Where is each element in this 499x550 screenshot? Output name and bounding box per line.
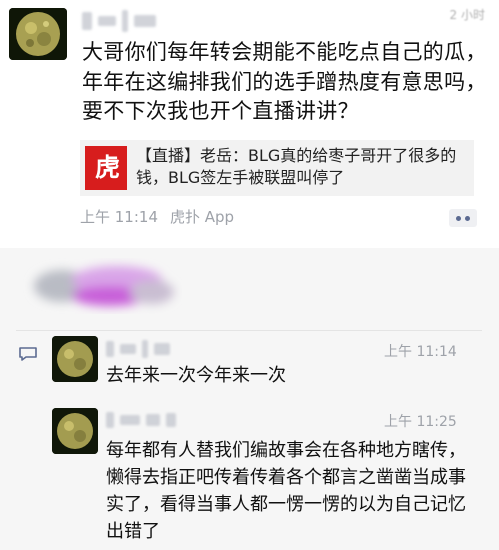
comment-time: 上午 11:14 [384, 344, 457, 360]
moments-screen: 2 小时 大哥你们每年转会期能不能吃点自己的瓜，年年在这编排我们的选手蹭热度有意… [0, 0, 499, 550]
commenter-avatar[interactable] [52, 336, 98, 382]
shared-link-card[interactable]: 虎扑 【直播】老岳：BLG真的给枣子哥开了很多的钱，BLG签左手被联盟叫停了 [80, 140, 474, 226]
poster-name-redacted[interactable] [82, 10, 156, 32]
shared-link-title: 【直播】老岳：BLG真的给枣子哥开了很多的钱，BLG签左手被联盟叫停了 [136, 146, 457, 187]
moment-post: 2 小时 大哥你们每年转会期能不能吃点自己的瓜，年年在这编排我们的选手蹭热度有意… [0, 0, 499, 248]
avatar-image [52, 408, 98, 454]
comment-icon [19, 347, 37, 361]
post-time: 上午 11:14 [80, 208, 158, 226]
poster-avatar[interactable] [9, 8, 67, 60]
comment-text[interactable]: 每年都有人替我们编故事会在各种地方瞎传，懒得去指正吧传着传着各个都言之凿凿当成事… [106, 437, 466, 545]
comments-section: 上午 11:14 去年来一次今年来一次 上午 11:25 每年都有人替我们编故事 [0, 248, 499, 550]
more-icon[interactable] [449, 209, 477, 227]
commenter-name-redacted[interactable] [106, 340, 170, 358]
comments-divider [16, 330, 482, 331]
comment-time: 上午 11:25 [384, 414, 457, 430]
post-text: 大哥你们每年转会期能不能吃点自己的瓜，年年在这编排我们的选手蹭热度有意思吗，要不… [82, 40, 487, 123]
avatar-image [9, 8, 67, 60]
comment-text[interactable]: 去年来一次今年来一次 [106, 362, 286, 390]
commenter-avatar[interactable] [52, 408, 98, 454]
post-source-app[interactable]: 虎扑 App [170, 206, 234, 227]
avatar-image [52, 336, 98, 382]
post-top-time: 2 小时 [449, 8, 485, 22]
hupu-logo: 虎扑 [85, 146, 127, 226]
commenter-name-redacted[interactable] [106, 412, 176, 428]
likes-redacted [34, 266, 174, 306]
